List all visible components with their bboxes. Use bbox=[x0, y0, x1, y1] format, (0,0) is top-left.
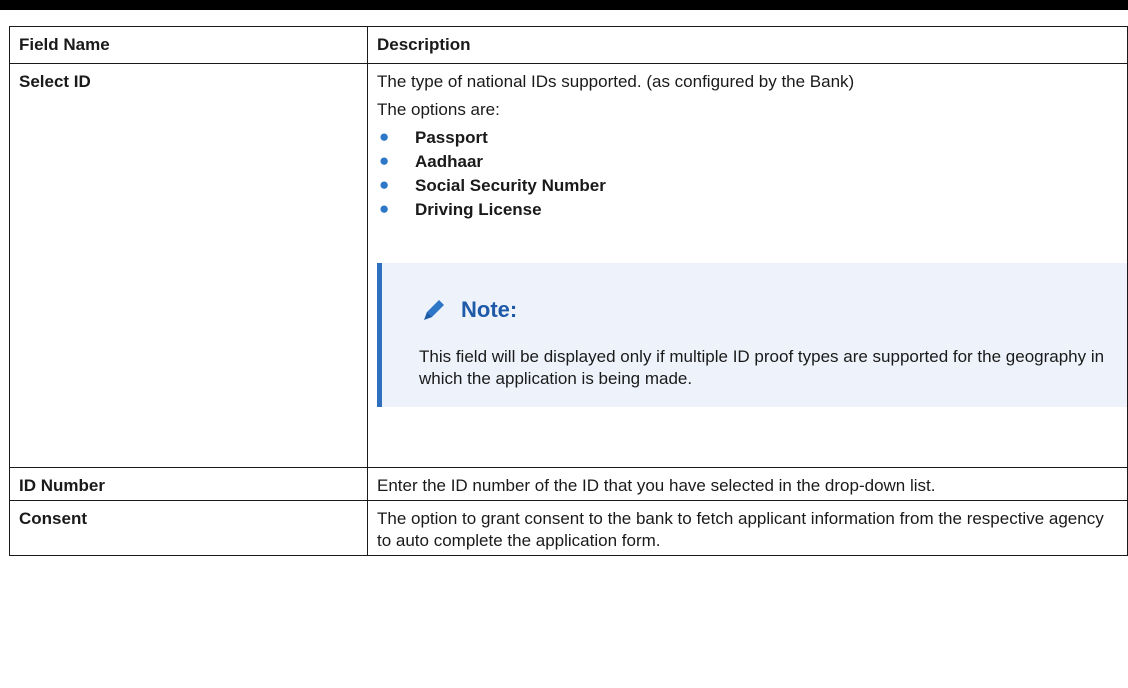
field-description-table: Field Name Description Select ID The typ… bbox=[9, 26, 1128, 556]
bullet-icon: ● bbox=[379, 199, 390, 218]
description-cell: The option to grant consent to the bank … bbox=[367, 500, 1128, 556]
list-item: ● Social Security Number bbox=[377, 175, 1118, 197]
option-label: Aadhaar bbox=[415, 152, 484, 171]
table-row: Consent The option to grant consent to t… bbox=[9, 500, 1128, 556]
header-description: Description bbox=[367, 26, 1128, 64]
bullet-icon: ● bbox=[379, 175, 390, 194]
bullet-icon: ● bbox=[379, 127, 390, 146]
note-box: Note: This field will be displayed only … bbox=[377, 263, 1128, 407]
option-label: Driving License bbox=[415, 200, 542, 219]
list-item: ● Driving License bbox=[377, 199, 1118, 221]
description-cell: Enter the ID number of the ID that you h… bbox=[367, 467, 1128, 501]
note-heading: Note: bbox=[419, 295, 1108, 325]
bullet-icon: ● bbox=[379, 151, 390, 170]
option-label: Passport bbox=[415, 128, 488, 147]
option-label: Social Security Number bbox=[415, 176, 606, 195]
table-row: Select ID The type of national IDs suppo… bbox=[9, 63, 1128, 468]
description-text: The type of national IDs supported. (as … bbox=[377, 72, 855, 91]
table-header-row: Field Name Description bbox=[9, 26, 1128, 64]
note-title: Note: bbox=[461, 297, 518, 322]
table-row: ID Number Enter the ID number of the ID … bbox=[9, 467, 1128, 501]
top-rule bbox=[0, 0, 1128, 10]
field-name-cell: Consent bbox=[9, 500, 368, 556]
list-item: ● Passport bbox=[377, 127, 1118, 149]
field-name-cell: ID Number bbox=[9, 467, 368, 501]
list-item: ● Aadhaar bbox=[377, 151, 1118, 173]
options-list: ● Passport ● Aadhaar ● Social Security Numb… bbox=[377, 127, 1118, 221]
field-name-cell: Select ID bbox=[9, 63, 368, 468]
options-intro: The options are: bbox=[377, 100, 500, 119]
header-field-name: Field Name bbox=[9, 26, 368, 64]
pencil-icon bbox=[424, 300, 444, 320]
description-cell: The type of national IDs supported. (as … bbox=[367, 63, 1128, 468]
note-text: This field will be displayed only if mul… bbox=[419, 347, 1105, 388]
